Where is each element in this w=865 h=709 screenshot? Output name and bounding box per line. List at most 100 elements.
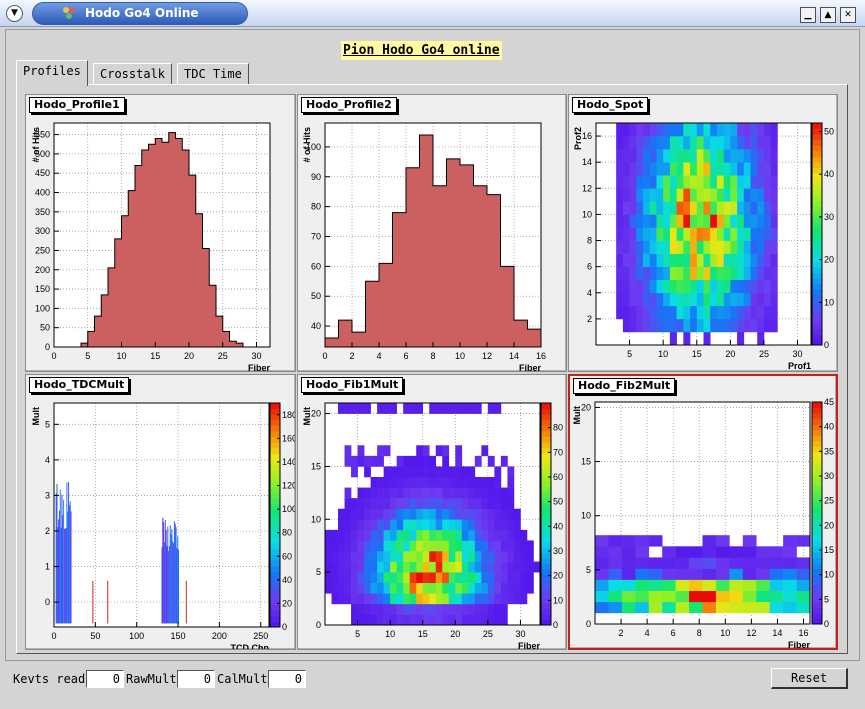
minimize-button[interactable]: ▁ [800, 7, 816, 23]
window-title-bar[interactable]: Hodo Go4 Online [32, 2, 248, 25]
heatmap-cell [403, 561, 410, 573]
heatmap-cell [622, 318, 630, 333]
heatmap-cell [703, 162, 711, 176]
y-tick-label: 150 [35, 284, 50, 294]
palette-cell [541, 613, 551, 620]
heatmap-cell [715, 568, 730, 580]
heatmap-cell [689, 568, 703, 580]
heatmap-cell [383, 551, 391, 562]
heatmap-cell [662, 579, 676, 591]
heatmap-cell [461, 477, 469, 488]
heatmap-cell [481, 582, 489, 594]
heatmap-cell [448, 614, 456, 626]
pad-title: Hodo_Spot [572, 97, 649, 113]
heatmap-cell [520, 572, 528, 584]
heatmap-cell [796, 557, 811, 569]
heatmap-cell [750, 162, 758, 176]
heatmap-cell [635, 590, 650, 603]
palette-cell [812, 245, 822, 252]
palette-cell [812, 513, 822, 520]
calmult-field[interactable]: 0 [268, 670, 306, 688]
x-tick-label: 14 [509, 351, 519, 361]
heatmap-cell [409, 487, 417, 499]
heatmap-cell [622, 214, 630, 228]
heatmap-cell [763, 227, 771, 241]
heatmap-cell [461, 498, 469, 510]
heatmap-cell [715, 557, 730, 569]
heatmap-cell [377, 508, 384, 520]
heatmap-cell [429, 593, 437, 605]
close-button[interactable]: ✕ [840, 7, 856, 23]
palette-tick-label: 80 [553, 423, 563, 433]
heatmap-cell [513, 508, 521, 520]
online-banner: Pion Hodo Go4 online [341, 41, 502, 60]
heatmap-cell [331, 582, 339, 594]
heatmap-cell [422, 519, 430, 531]
palette-cell [812, 451, 822, 458]
heatmap-cell [656, 214, 664, 228]
palette-cell [812, 178, 822, 185]
heatmap-cell [703, 136, 711, 150]
heatmap-cell [409, 519, 417, 531]
x-tick-label: 100 [129, 631, 144, 641]
pad-hodo-fib2mult[interactable]: 2 4 6 8 10 12 14 16 0 5 10 15 20 Fiber Mult 0 5 10 15 20 25 3… [568, 374, 838, 650]
heatmap-cell [351, 572, 358, 584]
heatmap-cell [710, 149, 718, 163]
heatmap-cell [770, 201, 778, 215]
tab-crosstalk[interactable]: Crosstalk [93, 63, 173, 85]
heatmap-cell [468, 614, 476, 626]
heatmap-cell [595, 557, 609, 569]
heatmap-cell [663, 279, 671, 294]
reset-button[interactable]: Reset [771, 668, 848, 689]
heatmap-cell [344, 403, 352, 414]
tab-tdc-time[interactable]: TDC Time [177, 63, 249, 85]
heatmap-cell [643, 201, 651, 215]
heatmap-cell [494, 582, 502, 594]
heatmap-cell [429, 487, 437, 499]
heatmap-cell [616, 227, 624, 241]
palette-cell [812, 501, 822, 508]
heatmap-cell [461, 572, 469, 584]
heatmap-cell [442, 614, 450, 626]
heatmap-cell [636, 279, 644, 294]
tab-profiles[interactable]: Profiles [16, 60, 88, 86]
palette-cell [270, 487, 280, 494]
heatmap-cell [422, 603, 430, 615]
kevts-field[interactable]: 0 [86, 670, 124, 688]
maximize-button[interactable]: ▲ [820, 7, 836, 23]
y-tick-label: 60 [311, 261, 321, 271]
heatmap-cell [663, 253, 671, 267]
heatmap-cell [730, 201, 738, 215]
rawmult-field[interactable]: 0 [177, 670, 215, 688]
heatmap-cell [364, 487, 371, 499]
heatmap-cell [357, 529, 365, 541]
chart-svg: 0 2 4 6 8 10 12 14 16405060708090100Fiber# of Hi… [302, 122, 546, 371]
heatmap-cell [442, 508, 450, 520]
heatmap-cell [370, 487, 378, 499]
heatmap-cell [494, 603, 502, 615]
pad-hodo-profile1[interactable]: 0 5 10 15 20 25 30 0 50 100 150 200 250 300 350 400 450 5… [25, 94, 296, 372]
heatmap-cell [763, 175, 771, 189]
palette-cell [812, 518, 822, 525]
x-tick-label: 5 [355, 629, 360, 639]
heatmap-cell [643, 266, 651, 281]
heatmap-cell [663, 175, 671, 189]
heatmap-cell [435, 603, 443, 615]
heatmap-cell [675, 579, 690, 591]
heatmap-cell [757, 240, 765, 254]
heatmap-cell [716, 305, 724, 320]
window-menu-button[interactable]: ▼ [6, 5, 23, 22]
x-tick-label: 5 [627, 349, 632, 359]
heatmap-cell [636, 136, 644, 150]
pad-hodo-spot[interactable]: 5 10 15 20 25 30 2 4 6 8 10 12 14 16 Prof1 Prof2 0 10 20 30… [568, 94, 838, 372]
palette-cell [541, 464, 551, 471]
chart-svg: 0 50 100 150 200 250 0 1 2 3 4 5 TCD Chn Mult 0 20 40 60 8… [31, 402, 295, 649]
heatmap-cell [730, 136, 738, 150]
pad-hodo-fib1mult[interactable]: 5 10 15 20 25 30 0 5 10 15 20 Fiber Mult 0 10 20 30 40 50 6… [297, 374, 567, 650]
pad-hodo-profile2[interactable]: 0 2 4 6 8 10 12 14 16 40 50 60 70 80 90 100 Fiber # of Hi… [297, 94, 567, 372]
heatmap-cell [344, 508, 352, 520]
heatmap-cell [500, 603, 508, 615]
heatmap-cell [351, 508, 358, 520]
heatmap-cell [622, 123, 630, 137]
pad-hodo-tdcmult[interactable]: 0 50 100 150 200 250 0 1 2 3 4 5 TCD Chn Mult 0 20 40 60 8… [25, 374, 296, 650]
